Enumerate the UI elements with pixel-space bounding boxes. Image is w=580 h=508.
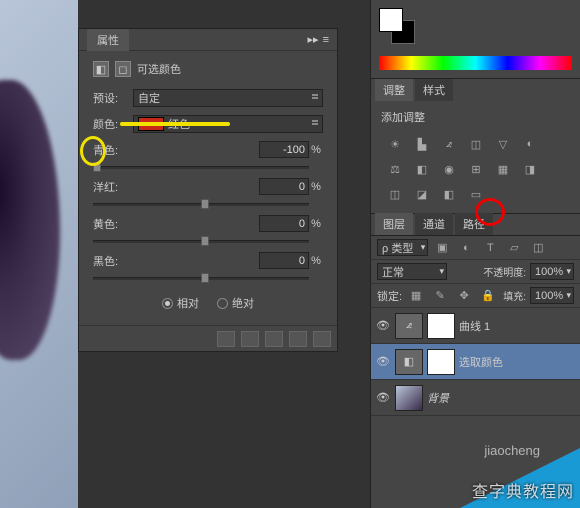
black-slider[interactable] [93,271,309,285]
right-dock: 调整 样式 添加调整 ☀ ▙ ⦨ ◫ ▽ ◐ ⚖ ◧ ◉ ⊞ ▦ ◨ ◫ ◪ ◧… [370,0,580,508]
yellow-slider[interactable] [93,234,309,248]
view-prev-icon[interactable] [241,331,259,347]
tab-channels[interactable]: 通道 [415,213,453,235]
adjustment-title: ◧ ◻ 可选颜色 [93,61,323,77]
filter-text-icon[interactable]: T [480,239,500,257]
annotation-circle-yellow [80,136,106,166]
blend-mode-dropdown[interactable]: 正常 [377,263,447,280]
cyan-label: 青色: [93,142,259,158]
lock-label: 锁定: [377,288,402,304]
black-input[interactable] [259,252,309,269]
cyan-input[interactable] [259,141,309,158]
layer-mask[interactable] [427,313,455,339]
filter-adj-icon[interactable]: ◐ [456,239,476,257]
relative-radio[interactable]: 相对 [162,295,199,311]
hue-icon[interactable]: ◐ [520,135,540,153]
properties-tab[interactable]: 属性 [87,29,129,51]
title-text: 可选颜色 [137,61,181,77]
balance-icon[interactable]: ⚖ [385,160,405,178]
lock-position-icon[interactable]: ✥ [454,287,474,305]
opacity-label: 不透明度: [483,264,526,279]
layer-curves[interactable]: 👁 ⦨ 曲线 1 [371,308,580,344]
preset-dropdown[interactable]: 自定 [133,89,323,107]
filter-shape-icon[interactable]: ▱ [504,239,524,257]
threshold-icon[interactable]: ◪ [412,185,432,203]
selective-color-adj-icon[interactable]: ◧ [439,185,459,203]
lock-pixels-icon[interactable]: ✎ [430,287,450,305]
layer-name[interactable]: 背景 [427,390,449,406]
yellow-label: 黄色: [93,216,259,232]
lookup-icon[interactable]: ▦ [493,160,513,178]
invert-icon[interactable]: ◨ [520,160,540,178]
clip-icon[interactable] [217,331,235,347]
layer-selective-color[interactable]: 👁 ◧ 选取颜色 [371,344,580,380]
foreground-color[interactable] [379,8,403,32]
layer-mask[interactable] [427,349,455,375]
delete-icon[interactable] [313,331,331,347]
mask-icon: ◻ [115,61,131,77]
opacity-input[interactable]: 100% [530,263,574,280]
bw-icon[interactable]: ◧ [412,160,432,178]
curves-icon[interactable]: ⦨ [439,135,459,153]
posterize-icon[interactable]: ◫ [385,185,405,203]
preset-label: 预设: [93,90,127,106]
panel-footer [79,325,337,351]
watermark-text: 查字典教程网 [472,478,574,502]
selcolor-thumb: ◧ [395,349,423,375]
panel-header: 属性 ▸▸ ≡ [79,29,337,51]
filter-pixel-icon[interactable]: ▣ [432,239,452,257]
visibility-icon[interactable]: 👁 [375,391,391,404]
photo-filter-icon[interactable]: ◉ [439,160,459,178]
annotation-underline [120,122,230,126]
tab-styles[interactable]: 样式 [415,79,453,101]
visibility-icon[interactable]: 👁 [375,319,391,332]
absolute-radio[interactable]: 绝对 [217,295,254,311]
lock-all-icon[interactable]: 🔒 [478,287,498,305]
magenta-slider[interactable] [93,197,309,211]
adjustments-title: 添加调整 [381,109,570,125]
exposure-icon[interactable]: ◫ [466,135,486,153]
selective-color-icon: ◧ [93,61,109,77]
adjustments-panel: 调整 样式 添加调整 ☀ ▙ ⦨ ◫ ▽ ◐ ⚖ ◧ ◉ ⊞ ▦ ◨ ◫ ◪ ◧… [371,79,580,214]
layer-filter-dropdown[interactable]: ρ 类型 [377,239,428,256]
reset-icon[interactable] [265,331,283,347]
yellow-input[interactable] [259,215,309,232]
magenta-label: 洋红: [93,179,259,195]
tab-layers[interactable]: 图层 [375,213,413,235]
levels-icon[interactable]: ▙ [412,135,432,153]
layer-name[interactable]: 选取颜色 [459,354,503,370]
black-label: 黑色: [93,253,259,269]
layers-panel: 图层 通道 路径 ρ 类型 ▣ ◐ T ▱ ◫ 正常 不透明度: 100% 锁定… [371,214,580,416]
color-panel [371,0,580,79]
mixer-icon[interactable]: ⊞ [466,160,486,178]
bg-thumb [395,385,423,411]
curves-thumb: ⦨ [395,313,423,339]
tab-adjustments[interactable]: 调整 [375,79,413,101]
color-spectrum[interactable] [379,56,572,70]
fill-label: 填充: [503,288,526,303]
panel-menu: ▸▸ ≡ [308,33,329,46]
canvas-preview[interactable] [0,0,78,508]
layer-background[interactable]: 👁 背景 [371,380,580,416]
brightness-icon[interactable]: ☀ [385,135,405,153]
layer-name[interactable]: 曲线 1 [459,318,490,334]
properties-panel: 属性 ▸▸ ≡ ◧ ◻ 可选颜色 预设: 自定 颜色: 红色 青色: % [78,28,338,352]
magenta-input[interactable] [259,178,309,195]
fill-input[interactable]: 100% [530,287,574,304]
menu-icon[interactable]: ≡ [323,34,329,46]
visibility-icon[interactable]: 👁 [375,355,391,368]
cyan-slider[interactable] [93,160,309,174]
collapse-icon[interactable]: ▸▸ [308,33,319,46]
lock-transparent-icon[interactable]: ▦ [406,287,426,305]
toggle-icon[interactable] [289,331,307,347]
fg-bg-swatches[interactable] [379,8,415,44]
annotation-circle-red [475,198,505,226]
watermark-url: jiaocheng [484,443,540,458]
filter-smart-icon[interactable]: ◫ [528,239,548,257]
vibrance-icon[interactable]: ▽ [493,135,513,153]
